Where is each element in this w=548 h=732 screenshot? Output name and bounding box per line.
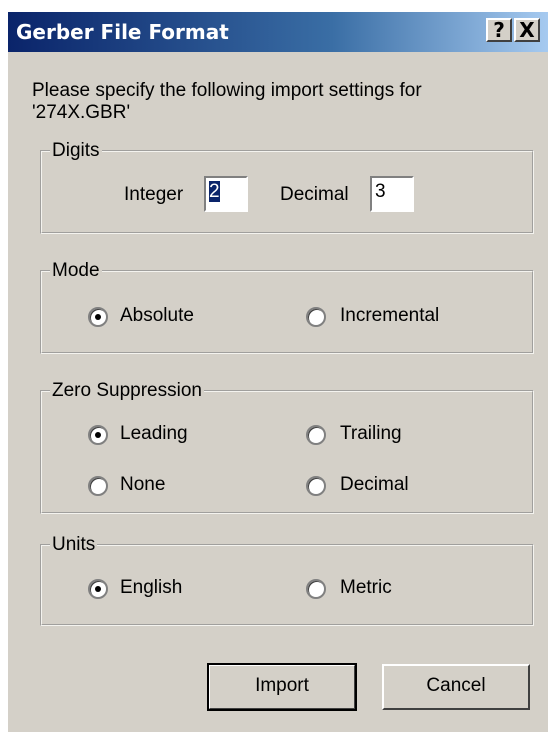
leading-label[interactable]: Leading (120, 423, 188, 445)
close-button[interactable]: X (514, 18, 540, 42)
help-button[interactable]: ? (486, 18, 512, 42)
english-label[interactable]: English (120, 577, 182, 599)
absolute-radio[interactable] (88, 307, 108, 327)
decimal-field[interactable]: 3 (370, 176, 414, 212)
prompt-line-1: Please specify the following import sett… (32, 80, 422, 101)
import-button[interactable]: Import (207, 663, 357, 711)
dialog-window: Gerber File Format ? X Please specify th… (6, 10, 548, 732)
prompt-line-2: '274X.GBR' (32, 102, 131, 123)
decimal-option-label[interactable]: Decimal (340, 474, 409, 496)
none-radio[interactable] (88, 476, 108, 496)
digits-legend: Digits (52, 140, 100, 161)
incremental-radio[interactable] (306, 307, 326, 327)
absolute-label[interactable]: Absolute (120, 305, 194, 327)
decimal-value: 3 (375, 181, 386, 202)
trailing-label[interactable]: Trailing (340, 423, 402, 445)
cancel-button[interactable]: Cancel (382, 664, 530, 710)
zero-suppression-group: Zero Suppression (40, 380, 534, 514)
prompt-text: Please specify the following import sett… (32, 80, 422, 124)
title-bar[interactable]: Gerber File Format ? X (8, 12, 548, 52)
dialog-title: Gerber File Format (16, 20, 229, 44)
leading-radio[interactable] (88, 425, 108, 445)
trailing-radio[interactable] (306, 425, 326, 445)
metric-radio[interactable] (306, 579, 326, 599)
integer-value: 2 (209, 181, 220, 202)
zero-suppression-legend: Zero Suppression (52, 380, 202, 401)
integer-label: Integer (124, 184, 184, 205)
units-group: Units (40, 534, 534, 626)
decimal-radio[interactable] (306, 476, 326, 496)
none-label[interactable]: None (120, 474, 165, 496)
units-legend: Units (52, 534, 96, 555)
mode-group: Mode (40, 260, 534, 354)
english-radio[interactable] (88, 579, 108, 599)
metric-label[interactable]: Metric (340, 577, 392, 599)
mode-legend: Mode (52, 260, 100, 281)
integer-field[interactable]: 2 (204, 176, 248, 212)
decimal-digits-label: Decimal (280, 184, 349, 205)
incremental-label[interactable]: Incremental (340, 305, 439, 327)
